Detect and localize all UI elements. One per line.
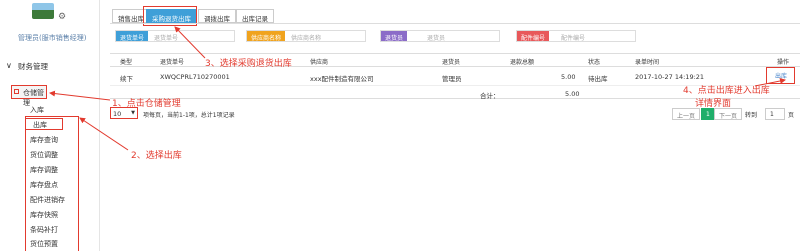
annotation-step4-line2: 详情界面	[695, 99, 732, 109]
annotation-step2: 2、选择出库	[131, 151, 182, 161]
arrow-step3	[174, 26, 206, 59]
annotation-step3: 3、选择采购退货出库	[205, 59, 292, 69]
annotation-step1: 1、点击仓储管理	[112, 99, 181, 109]
arrow-step1	[49, 90, 111, 101]
annotation-step4-line1: 4、点击出库进入出库	[683, 86, 770, 96]
arrow-step2	[79, 117, 129, 151]
annotation-arrows	[49, 26, 786, 151]
